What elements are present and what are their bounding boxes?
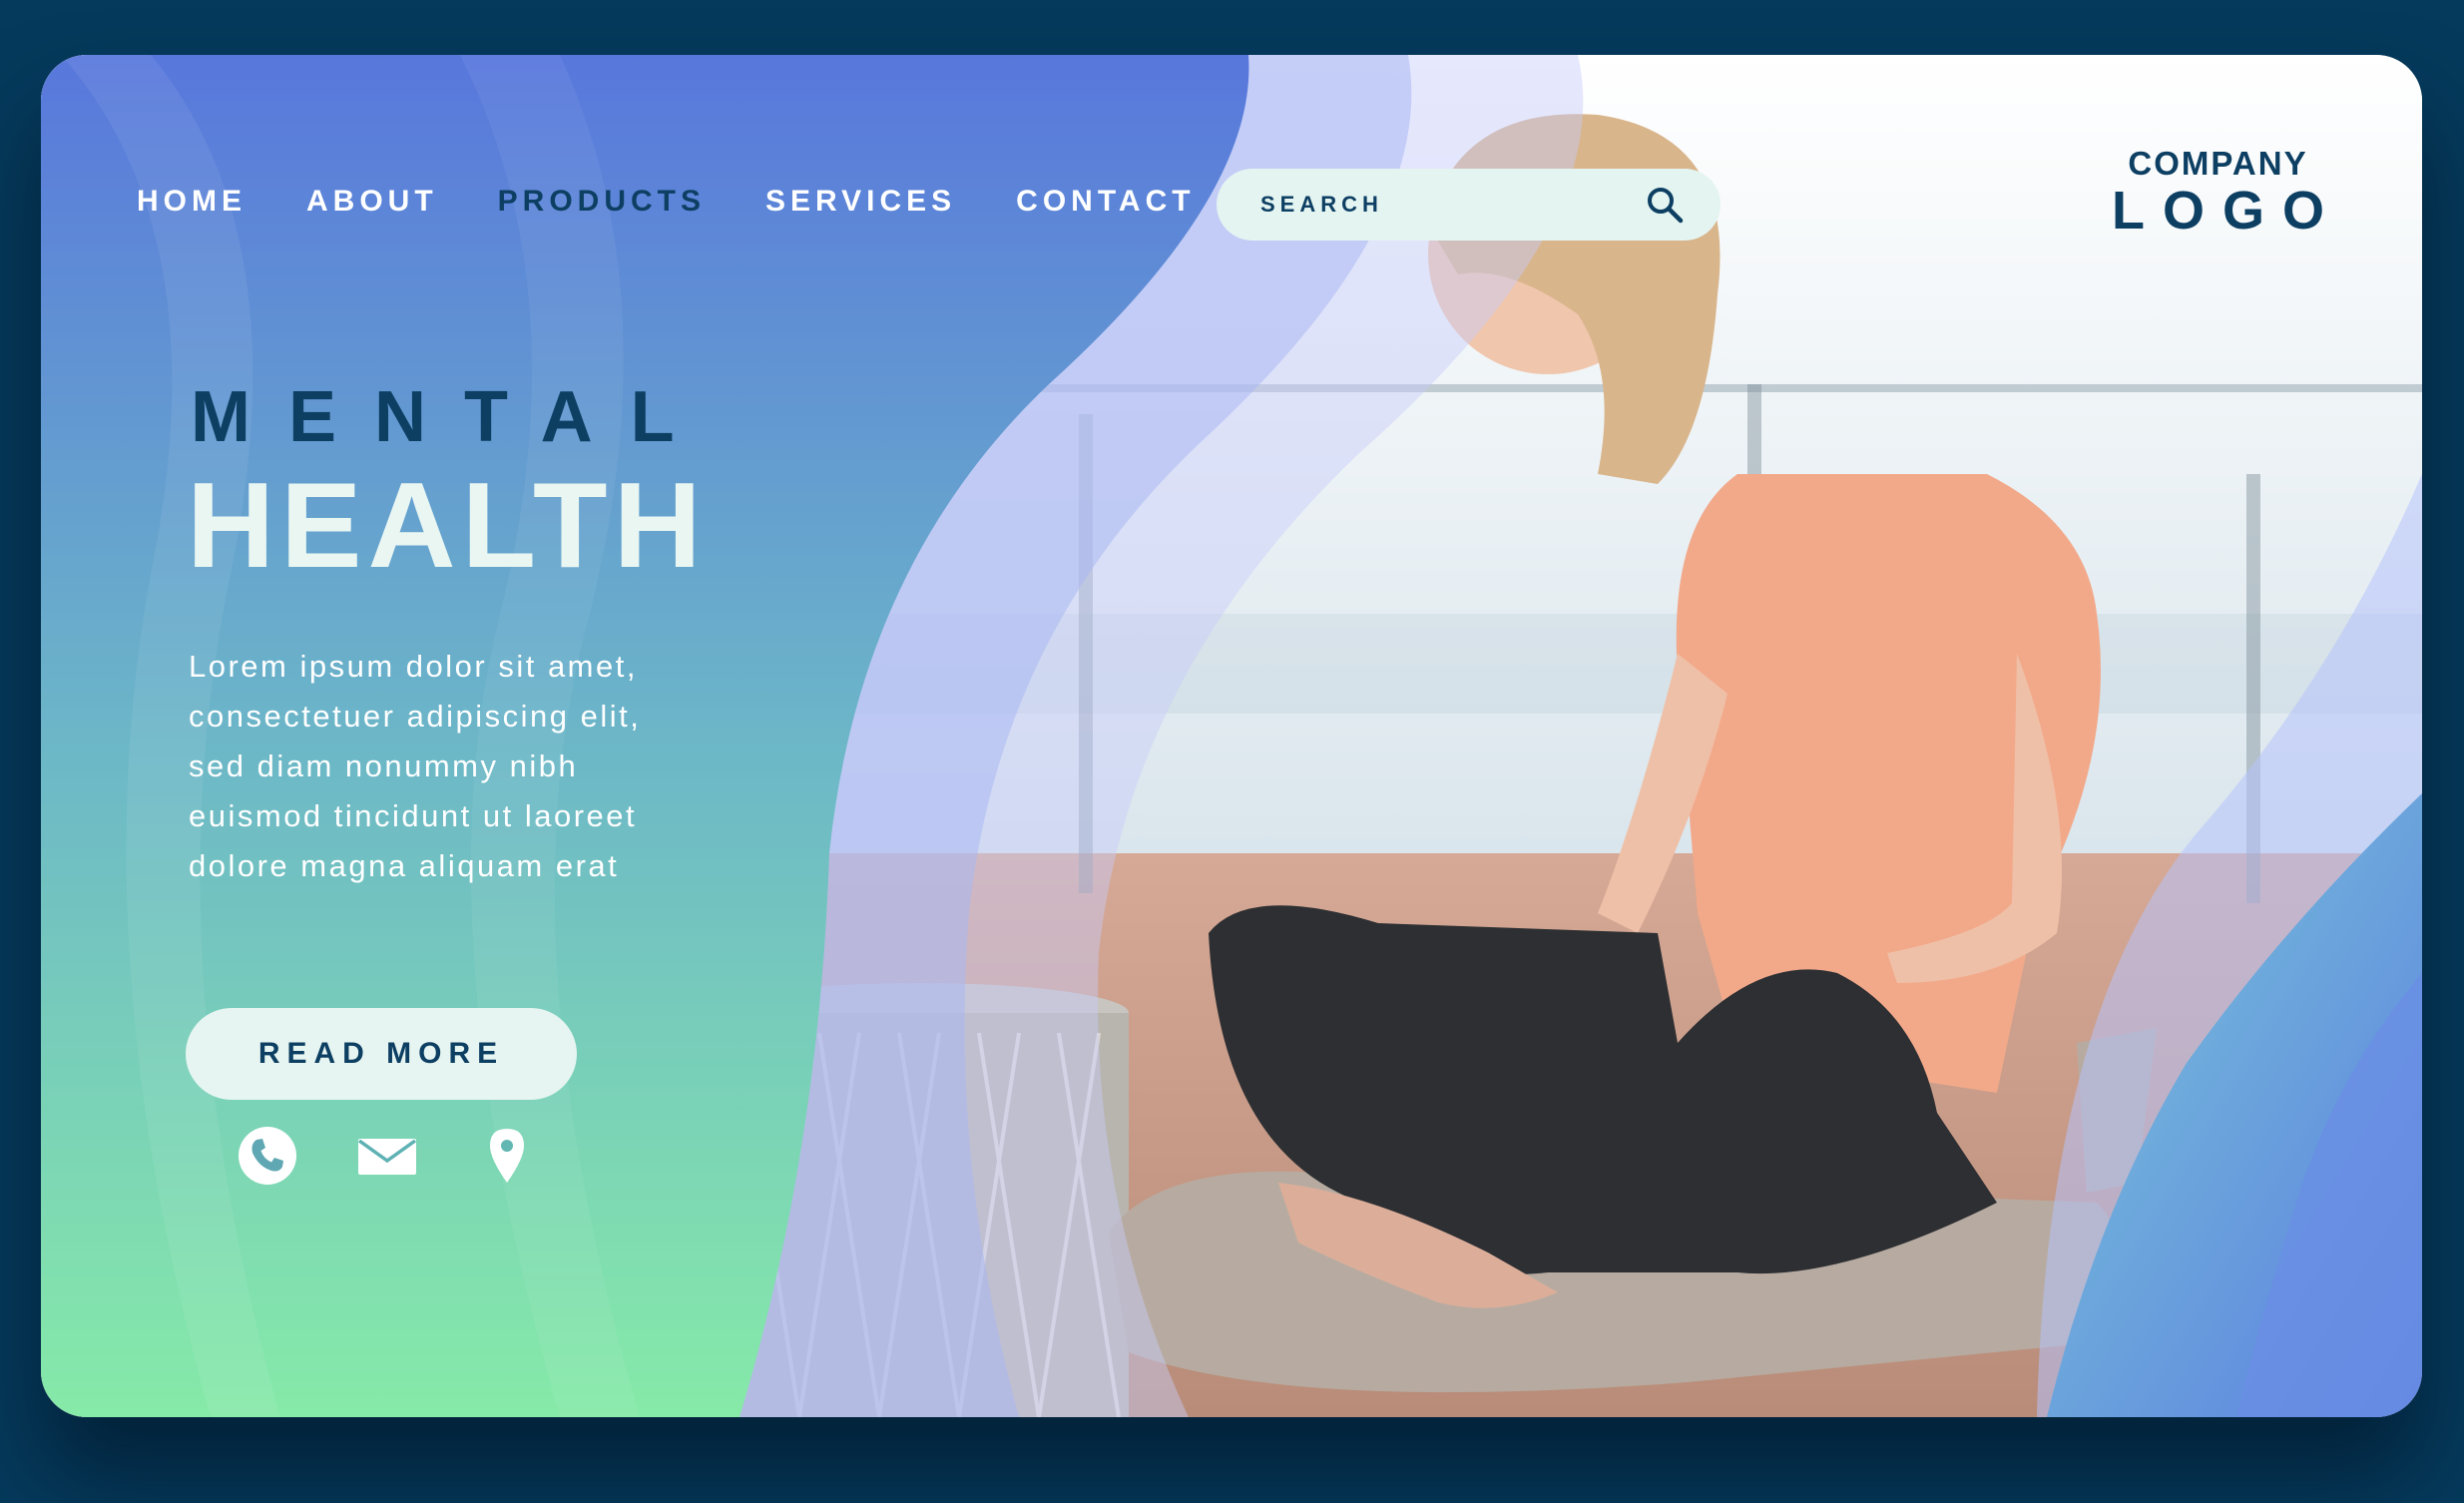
hero-title-line2: HEALTH [187, 457, 708, 593]
contact-icons [237, 1125, 596, 1187]
search-icon[interactable] [1645, 185, 1685, 225]
hero-body-text: Lorem ipsum dolor sit amet, consectetuer… [189, 649, 642, 883]
landing-page-card: HOME ABOUT PRODUCTS SERVICES CONTACT COM… [41, 55, 2422, 1417]
mail-icon[interactable] [356, 1125, 418, 1187]
hero-title-line1: MENTAL [191, 377, 713, 457]
nav-about[interactable]: ABOUT [306, 185, 438, 219]
nav-contact[interactable]: CONTACT [1016, 185, 1195, 219]
search-input[interactable] [1258, 191, 1622, 219]
main-nav: HOME ABOUT PRODUCTS SERVICES CONTACT [137, 185, 1255, 219]
search-bar [1217, 169, 1721, 241]
company-logo[interactable]: COMPANY LOGO [2112, 145, 2324, 239]
nav-services[interactable]: SERVICES [765, 185, 956, 219]
location-pin-icon[interactable] [476, 1125, 538, 1187]
logo-line-company: COMPANY [2128, 145, 2308, 182]
nav-products[interactable]: PRODUCTS [498, 185, 706, 219]
phone-icon[interactable] [237, 1125, 298, 1187]
read-more-button[interactable]: READ MORE [186, 1008, 577, 1100]
nav-home[interactable]: HOME [137, 185, 246, 219]
logo-line-logo: LOGO [2112, 181, 2342, 241]
